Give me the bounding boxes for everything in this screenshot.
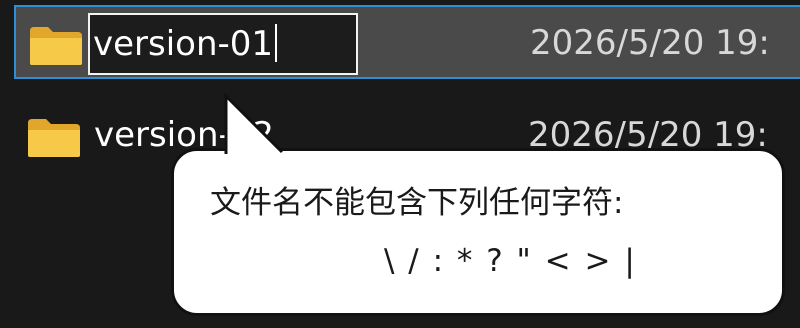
tooltip-invalid-chars: \ / : * ? " < > |	[384, 243, 637, 279]
folder-icon	[28, 119, 80, 157]
rename-input[interactable]: version-01	[88, 13, 358, 75]
tooltip-pointer	[224, 92, 284, 154]
invalid-filename-tooltip: 文件名不能包含下列任何字符: \ / : * ? " < > |	[171, 148, 785, 316]
rename-input-value: version-01	[93, 24, 274, 64]
folder-icon	[30, 27, 82, 65]
text-caret	[275, 23, 278, 62]
file-modified-date: 2026/5/20 19:	[530, 23, 770, 63]
tooltip-message: 文件名不能包含下列任何字符:	[210, 185, 624, 221]
file-row-selected[interactable]: version-01 2026/5/20 19:	[14, 5, 800, 79]
